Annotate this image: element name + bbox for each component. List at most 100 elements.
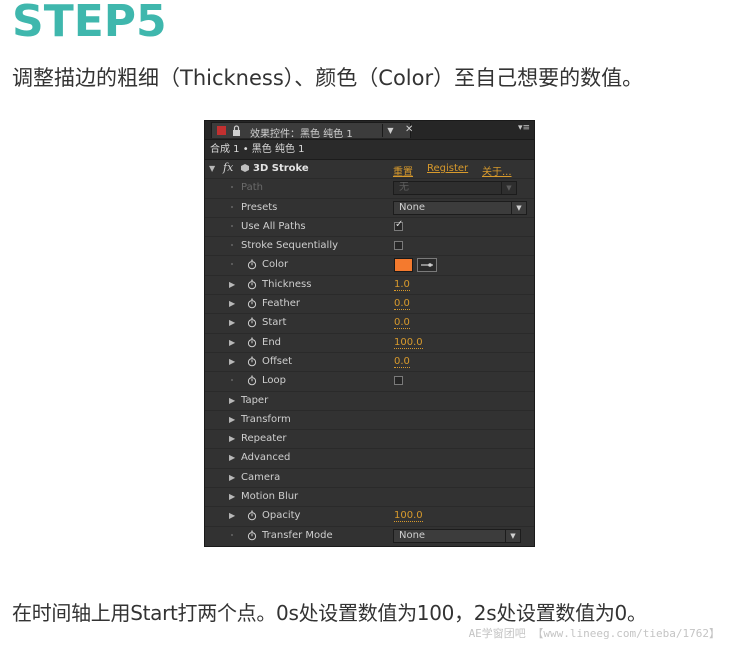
opacity-label: Opacity — [262, 510, 301, 522]
use-all-paths-checkbox[interactable]: ✓ — [394, 218, 404, 231]
loop-checkbox[interactable] — [394, 376, 403, 386]
row-bullet — [231, 244, 233, 247]
motion-blur-label: Motion Blur — [241, 491, 299, 503]
plugin-cube-icon — [241, 164, 249, 172]
transfer-mode-row: Transfer Mode None ▼ — [205, 527, 534, 546]
eyedropper-icon[interactable] — [417, 258, 437, 273]
advanced-group-row[interactable]: ▶ Advanced — [205, 449, 534, 469]
thickness-row: ▶ Thickness 1.0 — [205, 276, 534, 296]
offset-row: ▶ Offset 0.0 — [205, 353, 534, 373]
chevron-down-icon: ▼ — [501, 182, 516, 195]
stroke-sequentially-label: Stroke Sequentially — [241, 240, 339, 252]
loop-label: Loop — [262, 375, 286, 387]
stroke-sequentially-checkbox[interactable] — [394, 241, 403, 251]
checkmark-icon: ✓ — [395, 218, 404, 230]
stopwatch-icon[interactable] — [247, 337, 257, 348]
start-label: Start — [262, 317, 287, 329]
color-row: Color — [205, 256, 534, 276]
panel-tabbar: 效果控件：黑色 纯色 1 ▼ ✕ ▾≡ — [205, 121, 534, 140]
expand-triangle-icon[interactable]: ▶ — [229, 318, 235, 327]
offset-value[interactable]: 0.0 — [394, 356, 410, 368]
camera-label: Camera — [241, 471, 281, 483]
expand-triangle-icon[interactable]: ▶ — [229, 453, 235, 462]
use-all-paths-label: Use All Paths — [241, 220, 306, 232]
row-bullet — [231, 186, 233, 189]
about-link[interactable]: 关于... — [482, 163, 512, 178]
close-icon[interactable]: ✕ — [405, 124, 413, 135]
expand-triangle-icon[interactable]: ▶ — [229, 511, 235, 520]
color-label: Color — [262, 259, 289, 271]
expand-triangle-icon[interactable]: ▶ — [229, 473, 235, 482]
camera-group-row[interactable]: ▶ Camera — [205, 469, 534, 489]
expand-triangle-icon[interactable]: ▶ — [229, 338, 235, 347]
stopwatch-icon[interactable] — [247, 279, 257, 290]
transform-group-row[interactable]: ▶ Transform — [205, 411, 534, 431]
end-value[interactable]: 100.0 — [394, 337, 423, 349]
lock-icon[interactable] — [232, 125, 241, 136]
expand-triangle-icon[interactable]: ▶ — [229, 492, 235, 501]
stopwatch-icon[interactable] — [247, 356, 257, 367]
use-all-paths-row: Use All Paths ✓ — [205, 218, 534, 238]
panel-menu-icon[interactable]: ▾≡ — [518, 123, 530, 133]
effect-name: 3D Stroke — [253, 163, 309, 174]
end-row: ▶ End 100.0 — [205, 334, 534, 353]
row-bullet — [231, 263, 233, 266]
stopwatch-icon[interactable] — [247, 259, 257, 270]
stopwatch-icon[interactable] — [247, 298, 257, 309]
offset-label: Offset — [262, 355, 293, 367]
stopwatch-icon[interactable] — [247, 375, 257, 386]
chevron-down-icon[interactable]: ▼ — [382, 124, 398, 137]
transfer-mode-select-value: None — [399, 529, 426, 541]
reset-link[interactable]: 重置 — [393, 163, 413, 178]
presets-select[interactable]: None ▼ — [393, 200, 527, 215]
motion-blur-group-row[interactable]: ▶ Motion Blur — [205, 488, 534, 508]
loop-row: Loop — [205, 372, 534, 392]
feather-value[interactable]: 0.0 — [394, 298, 410, 311]
step-title: STEP5 — [12, 0, 167, 47]
stopwatch-icon[interactable] — [247, 317, 257, 328]
stroke-sequentially-row: Stroke Sequentially — [205, 237, 534, 257]
path-row: Path 无 ▼ — [205, 179, 534, 199]
path-select: 无 ▼ — [393, 181, 517, 196]
repeater-group-row[interactable]: ▶ Repeater — [205, 430, 534, 450]
path-select-value: 无 — [399, 182, 409, 194]
transfer-mode-select[interactable]: None ▼ — [393, 528, 521, 543]
expand-triangle-icon[interactable]: ▶ — [229, 434, 235, 443]
thickness-label: Thickness — [262, 278, 312, 290]
expand-triangle-icon[interactable]: ▶ — [229, 415, 235, 424]
row-bullet — [231, 224, 233, 227]
presets-row: Presets None ▼ — [205, 199, 534, 218]
effect-controls-panel: 效果控件：黑色 纯色 1 ▼ ✕ ▾≡ 合成 1 • 黑色 纯色 1 ▼ fx … — [204, 120, 535, 547]
chevron-down-icon[interactable]: ▼ — [511, 201, 526, 214]
expand-triangle-icon[interactable]: ▶ — [229, 357, 235, 366]
outro-text: 在时间轴上用Start打两个点。0s处设置数值为100，2s处设置数值为0。 — [12, 601, 647, 625]
effect-header-row[interactable]: ▼ fx 3D Stroke 重置 Register 关于... — [205, 160, 534, 180]
thickness-value[interactable]: 1.0 — [394, 279, 410, 291]
comp-breadcrumb: 合成 1 • 黑色 纯色 1 — [205, 140, 534, 160]
expand-triangle-icon[interactable]: ▶ — [229, 280, 235, 289]
register-link[interactable]: Register — [427, 163, 468, 174]
opacity-row: ▶ Opacity 100.0 — [205, 507, 534, 527]
intro-text: 调整描边的粗细（Thickness）、颜色（Color）至自己想要的数值。 — [12, 66, 644, 90]
chevron-down-icon[interactable]: ▼ — [505, 529, 520, 542]
presets-label: Presets — [241, 201, 278, 213]
effect-controls-tab[interactable]: 效果控件：黑色 纯色 1 ▼ ✕ — [211, 122, 413, 140]
panel-close-square-icon[interactable] — [217, 126, 226, 135]
opacity-value[interactable]: 100.0 — [394, 510, 423, 523]
row-bullet — [231, 533, 233, 536]
feather-row: ▶ Feather 0.0 — [205, 295, 534, 315]
row-bullet — [231, 205, 233, 208]
taper-group-row[interactable]: ▶ Taper — [205, 392, 534, 411]
start-value[interactable]: 0.0 — [394, 317, 410, 330]
expand-triangle-icon[interactable]: ▶ — [229, 299, 235, 308]
expand-triangle-icon[interactable]: ▼ — [209, 164, 215, 173]
expand-triangle-icon[interactable]: ▶ — [229, 396, 235, 405]
repeater-label: Repeater — [241, 433, 287, 445]
stopwatch-icon[interactable] — [247, 530, 257, 541]
stopwatch-icon[interactable] — [247, 510, 257, 521]
fx-icon[interactable]: fx — [223, 161, 233, 174]
path-label: Path — [241, 182, 263, 194]
color-swatch[interactable] — [394, 258, 413, 273]
end-label: End — [262, 336, 282, 348]
row-bullet — [231, 379, 233, 382]
